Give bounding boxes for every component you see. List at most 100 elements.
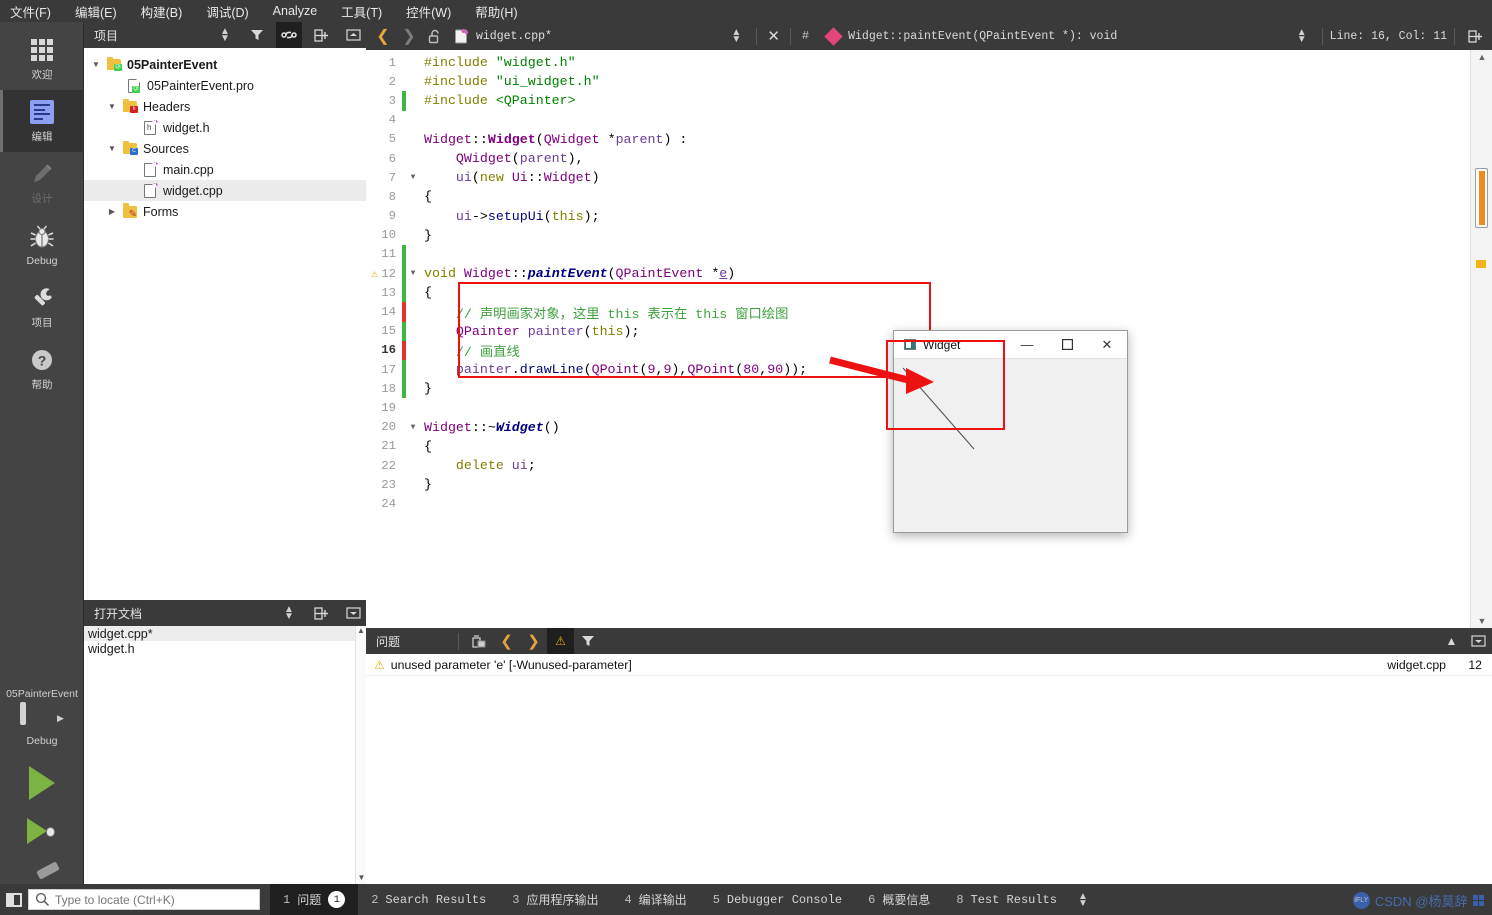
filter-warnings-icon[interactable]: ⚠ (547, 628, 574, 654)
projects-panel: 项目 ▲ ▼ ▼ Qt 05PainterEvent Qt 05PainterE… (84, 22, 366, 600)
tree-item-forms[interactable]: ▶ Forms (84, 201, 366, 222)
tree-item-main-cpp[interactable]: ** main.cpp (84, 159, 366, 180)
twisty-closed-icon[interactable]: ▶ (104, 207, 120, 216)
tab-issues[interactable]: 1 问题 1 (270, 884, 359, 915)
app-window-titlebar[interactable]: Widget — ✕ (894, 331, 1127, 359)
tab-number: 4 (624, 892, 632, 907)
hash-icon[interactable]: # (798, 29, 813, 43)
split-icon[interactable] (308, 600, 334, 626)
line-col-indicator[interactable]: Line: 16, Col: 11 (1330, 30, 1447, 43)
go-back-icon[interactable]: ❮ (370, 26, 396, 46)
tab-debugger-console[interactable]: 5 Debugger Console (700, 884, 855, 915)
menu-item-edit[interactable]: 编辑(E) (75, 2, 117, 21)
twisty-open-icon[interactable]: ▼ (88, 60, 104, 69)
menu-item-file[interactable]: 文件(F) (10, 2, 51, 21)
twisty-open-icon[interactable]: ▼ (104, 102, 120, 111)
project-tree[interactable]: ▼ Qt 05PainterEvent Qt 05PainterEvent.pr… (84, 48, 366, 600)
mode-welcome[interactable]: 欢迎 (0, 28, 84, 90)
tab-label: Search Results (385, 892, 487, 907)
tab-search-results[interactable]: 2 Search Results (358, 884, 499, 915)
twisty-open-icon[interactable]: ▼ (104, 144, 120, 153)
menu-item-analyze[interactable]: Analyze (273, 4, 317, 18)
tab-general-messages[interactable]: 6 概要信息 (855, 884, 943, 915)
split-icon[interactable] (308, 22, 334, 48)
tab-test-results[interactable]: 8 Test Results (943, 884, 1070, 915)
link-with-editor-icon[interactable] (276, 22, 302, 48)
bug-icon (28, 224, 56, 252)
go-forward-icon[interactable]: ❯ (396, 26, 422, 46)
mode-design[interactable]: 设计 (0, 152, 84, 214)
next-issue-icon[interactable]: ❯ (520, 628, 547, 654)
scroll-up-icon[interactable]: ▲ (356, 626, 366, 635)
start-debugging-button[interactable] (0, 807, 84, 855)
minimize-button[interactable]: — (1007, 331, 1047, 359)
filter-icon[interactable] (574, 628, 601, 654)
headers-folder-icon: h (120, 98, 140, 113)
split-editor-icon[interactable] (1462, 23, 1488, 49)
mode-edit[interactable]: 编辑 (0, 90, 84, 152)
panel-selector-dropdown[interactable]: ▲ ▼ (212, 22, 238, 48)
scrollbar-thumb[interactable] (1475, 168, 1488, 228)
code-line: 9 ui->setupUi(this); (366, 207, 1470, 226)
unlock-icon[interactable] (422, 29, 448, 44)
open-document-item[interactable]: widget.cpp* (84, 626, 366, 641)
code-text: QPainter painter(this); (455, 323, 640, 339)
fold-toggle-icon[interactable]: ▼ (406, 269, 420, 278)
tree-item-pro-file[interactable]: Qt 05PainterEvent.pro (84, 75, 366, 96)
menu-item-help[interactable]: 帮助(H) (475, 2, 517, 21)
run-button[interactable] (0, 759, 84, 807)
mode-help[interactable]: ? 帮助 (0, 338, 84, 400)
symbol-dropdown[interactable]: ▲ ▼ (1289, 23, 1315, 49)
close-panel-icon[interactable] (340, 22, 366, 48)
tree-item-label: widget.h (163, 120, 210, 135)
warning-icon[interactable]: ⚠ (368, 267, 381, 281)
qt-folder-icon: Qt (104, 56, 124, 71)
panel-selector-dropdown[interactable]: ▲ ▼ (276, 600, 302, 626)
file-selector-dropdown[interactable]: ▲ ▼ (723, 23, 749, 49)
editor-symbol-label[interactable]: Widget::paintEvent(QPaintEvent *): void (848, 30, 1117, 43)
scroll-up-icon[interactable]: ▲ (1471, 50, 1492, 62)
qt-pro-file-icon: Qt (124, 78, 144, 93)
scroll-down-icon[interactable]: ▼ (1471, 616, 1492, 626)
tree-item-widget-h[interactable]: h ** widget.h (84, 117, 366, 138)
tree-item-headers[interactable]: ▼ h Headers (84, 96, 366, 117)
menu-item-build[interactable]: 构建(B) (141, 2, 183, 21)
mode-debug[interactable]: Debug (0, 214, 84, 276)
open-document-item[interactable]: widget.h (84, 641, 366, 656)
close-button[interactable]: ✕ (1087, 331, 1127, 359)
tree-item-sources[interactable]: ▼ C Sources (84, 138, 366, 159)
menu-item-debug[interactable]: 调试(D) (206, 2, 248, 21)
fold-toggle-icon[interactable]: ▼ (406, 173, 420, 182)
open-documents-scrollbar[interactable]: ▲ ▼ (355, 626, 366, 884)
maximize-button[interactable] (1047, 331, 1087, 359)
issue-row[interactable]: ⚠ unused parameter 'e' [-Wunused-paramet… (366, 654, 1492, 676)
close-document-icon[interactable]: ✕ (764, 27, 783, 45)
locator-input[interactable]: Type to locate (Ctrl+K) (28, 889, 260, 910)
editor-filename: widget.cpp* (476, 29, 552, 43)
maximize-panel-icon[interactable]: ▲ (1438, 628, 1465, 654)
close-panel-icon[interactable] (340, 600, 366, 626)
open-documents-list[interactable]: widget.cpp* widget.h ▲ ▼ (84, 626, 366, 884)
editor-scrollbar[interactable]: ▲ ▼ (1470, 50, 1492, 628)
toggle-sidebar-button[interactable] (0, 884, 28, 915)
mode-projects-label: 项目 (31, 317, 53, 329)
line-number: 5 (388, 132, 396, 147)
close-panel-icon[interactable] (1465, 628, 1492, 654)
menu-item-widgets[interactable]: 控件(W) (406, 2, 451, 21)
kit-target-row[interactable]: ▶ (0, 702, 84, 731)
mode-projects[interactable]: 项目 (0, 276, 84, 338)
kit-selector[interactable]: 05PainterEvent ▶ Debug (0, 680, 84, 915)
tab-compile-output[interactable]: 4 编译输出 (611, 884, 699, 915)
tab-application-output[interactable]: 3 应用程序输出 (499, 884, 611, 915)
output-pane-dropdown[interactable]: ▲ ▼ (1070, 887, 1096, 913)
fold-toggle-icon[interactable]: ▼ (406, 423, 420, 432)
filter-icon[interactable] (244, 22, 270, 48)
watermark-text: CSDN @杨莫辞 (1374, 894, 1468, 909)
menu-item-tools[interactable]: 工具(T) (341, 2, 382, 21)
copy-issue-icon[interactable] (466, 628, 493, 654)
tree-item-widget-cpp[interactable]: ** widget.cpp (84, 180, 366, 201)
tree-item-project-root[interactable]: ▼ Qt 05PainterEvent (84, 54, 366, 75)
running-application-window[interactable]: Widget — ✕ (893, 330, 1128, 533)
previous-issue-icon[interactable]: ❮ (493, 628, 520, 654)
issues-panel-header: 问题 ❮ ❯ ⚠ ▲ (366, 628, 1492, 654)
